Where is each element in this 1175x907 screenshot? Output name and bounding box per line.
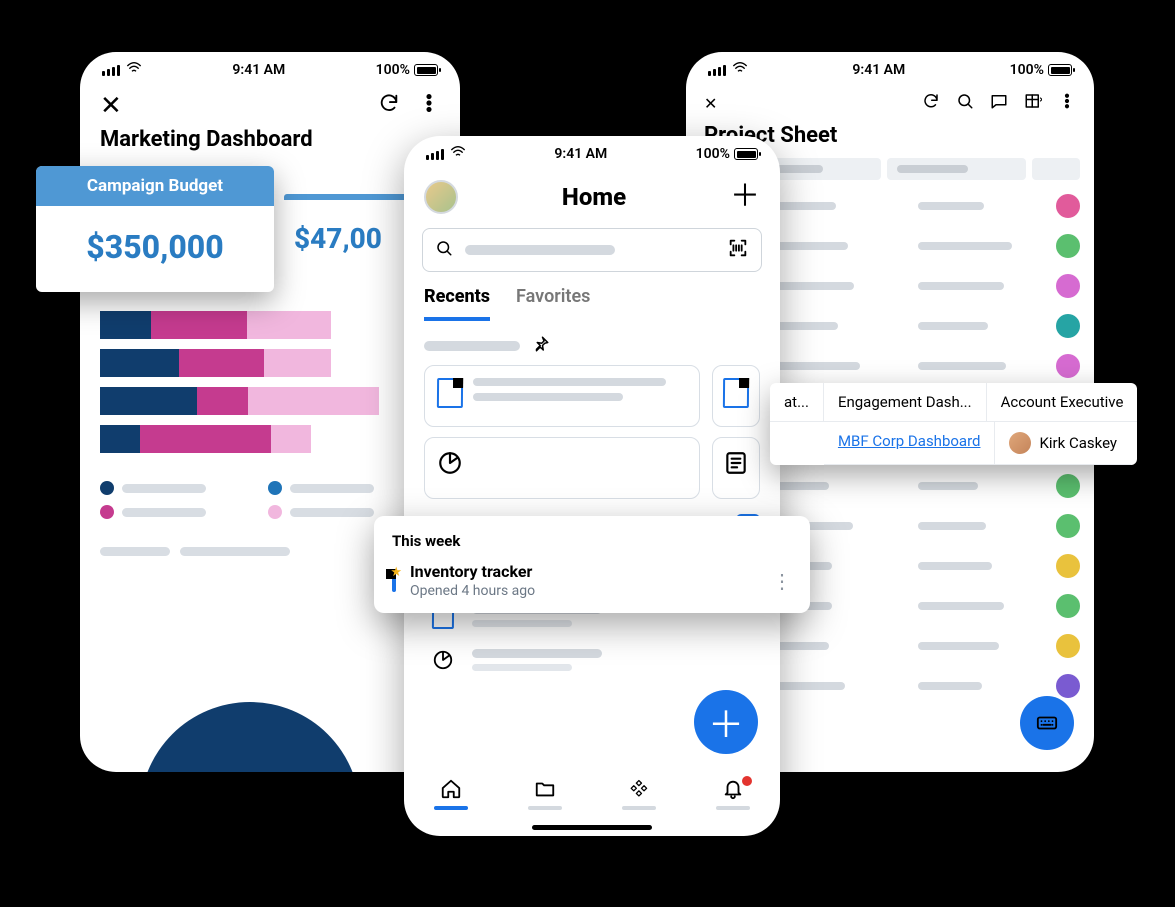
dashboard-link[interactable]: MBF Corp Dashboard — [838, 432, 981, 450]
list-item[interactable]: ★ Inventory tracker Opened 4 hours ago ⋮ — [392, 562, 792, 599]
search-input[interactable] — [422, 228, 762, 272]
budget-value: $350,000 — [36, 206, 274, 292]
close-icon[interactable]: ✕ — [704, 94, 717, 113]
section-label-placeholder — [424, 341, 520, 351]
view-icon[interactable] — [1024, 92, 1042, 115]
battery-indicator: 100% — [696, 146, 758, 162]
nav-home[interactable] — [434, 778, 468, 810]
wifi-icon — [732, 62, 748, 78]
add-button[interactable]: ＋ — [730, 182, 760, 212]
recent-card[interactable] — [712, 437, 760, 499]
wifi-icon — [126, 62, 142, 78]
avatar-icon — [1056, 634, 1080, 658]
avatar-icon — [1056, 674, 1080, 698]
refresh-icon[interactable] — [922, 92, 940, 115]
signal-icon — [426, 149, 444, 160]
clock: 9:41 AM — [852, 62, 905, 78]
status-bar: 9:41 AM 100% — [686, 52, 1094, 88]
clock: 9:41 AM — [232, 62, 285, 78]
pie-chart-icon — [428, 649, 458, 671]
avatar-icon — [1009, 432, 1031, 454]
recent-card[interactable] — [712, 365, 760, 427]
avatar-icon — [1056, 514, 1080, 538]
avatar-icon — [1056, 554, 1080, 578]
more-icon[interactable] — [1058, 92, 1076, 115]
nav-browse[interactable] — [528, 778, 562, 810]
search-placeholder — [465, 245, 615, 255]
profile-avatar[interactable] — [424, 180, 458, 214]
close-icon[interactable]: ✕ — [100, 93, 122, 119]
star-icon: ★ — [390, 565, 402, 580]
report-icon — [723, 450, 749, 480]
list-item[interactable] — [404, 639, 780, 681]
clock: 9:41 AM — [554, 146, 607, 162]
popover-col-2: Account Executive — [987, 383, 1138, 422]
section-heading: This week — [392, 532, 792, 550]
more-icon[interactable]: ⋮ — [772, 569, 792, 593]
comment-icon[interactable] — [990, 92, 1008, 115]
home-phone: 9:41 AM 100% Home ＋ Recents Favorites — [404, 136, 780, 836]
assignee-name: Kirk Caskey — [1039, 434, 1117, 452]
chart-legend — [80, 463, 460, 519]
refresh-icon[interactable] — [378, 92, 400, 119]
item-subtitle: Opened 4 hours ago — [410, 583, 535, 599]
pie-chart-icon — [437, 450, 463, 480]
tab-favorites[interactable]: Favorites — [516, 286, 590, 321]
nav-notifications[interactable] — [716, 778, 750, 810]
secondary-metric-card[interactable]: ⤢ $47,00 — [284, 194, 424, 277]
battery-indicator: 100% — [1010, 62, 1072, 78]
more-icon[interactable] — [418, 92, 440, 119]
project-popover: at... Engagement Dash... Account Executi… — [770, 383, 1137, 465]
nav-workapps[interactable] — [622, 778, 656, 810]
avatar-icon — [1056, 594, 1080, 618]
sheet-icon — [723, 378, 749, 408]
signal-icon — [102, 65, 120, 76]
home-indicator — [532, 825, 652, 830]
card-header: Campaign Budget — [36, 166, 274, 206]
status-bar: 9:41 AM 100% — [404, 136, 780, 172]
status-bar: 9:41 AM 100% — [80, 52, 460, 88]
search-icon[interactable] — [956, 92, 974, 115]
page-title: Marketing Dashboard — [80, 119, 460, 166]
wifi-icon — [450, 146, 466, 162]
sheet-icon: ★ — [392, 571, 396, 590]
create-fab[interactable]: ＋ — [694, 690, 758, 754]
popover-col-1: Engagement Dash... — [824, 383, 987, 422]
campaign-budget-card[interactable]: Campaign Budget $350,000 — [36, 166, 274, 292]
tab-recents[interactable]: Recents — [424, 286, 490, 321]
popover-col-0: at... — [770, 383, 824, 422]
avatar-icon — [1056, 234, 1080, 258]
assignee-cell[interactable]: Kirk Caskey — [995, 422, 1131, 465]
recent-card[interactable] — [424, 437, 700, 499]
this-week-card: This week ★ Inventory tracker Opened 4 h… — [374, 516, 810, 613]
avatar-icon — [1056, 314, 1080, 338]
keyboard-fab[interactable] — [1020, 696, 1074, 750]
search-icon — [435, 239, 453, 262]
secondary-metric-value: $47,00 — [284, 200, 424, 277]
page-title: Home — [562, 183, 626, 211]
item-title: Inventory tracker — [410, 562, 535, 581]
avatar-icon — [1056, 354, 1080, 378]
pin-icon — [532, 335, 550, 357]
signal-icon — [708, 65, 726, 76]
sheet-icon — [437, 378, 463, 408]
avatar-icon — [1056, 194, 1080, 218]
stacked-bar-chart — [80, 297, 460, 453]
notification-badge — [742, 776, 752, 786]
avatar-icon — [1056, 274, 1080, 298]
tabs: Recents Favorites — [404, 282, 780, 321]
avatar-icon — [1056, 474, 1080, 498]
recent-card[interactable] — [424, 365, 700, 427]
barcode-scan-icon[interactable] — [727, 237, 749, 263]
battery-indicator: 100% — [376, 62, 438, 78]
